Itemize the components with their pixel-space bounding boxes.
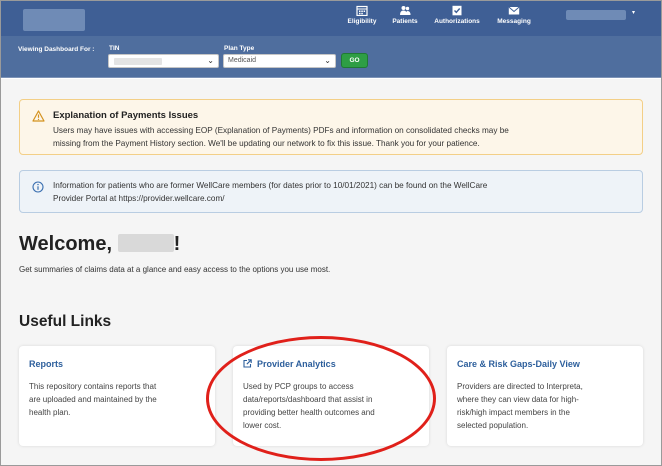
- tin-label: TIN: [109, 45, 120, 52]
- card-line: risk/high impact members in the: [457, 408, 570, 417]
- nav-label: Eligibility: [347, 18, 377, 25]
- nav-label: Messaging: [497, 18, 531, 25]
- alert-title: Explanation of Payments Issues: [53, 110, 199, 121]
- go-button[interactable]: GO: [341, 53, 368, 68]
- eop-warning-alert: Explanation of Payments Issues Users may…: [19, 99, 643, 155]
- calendar-icon: [356, 5, 368, 16]
- card-description: This repository contains reports that ar…: [29, 380, 205, 419]
- envelope-icon: [508, 6, 520, 15]
- card-line: health plan.: [29, 408, 71, 417]
- card-title-link[interactable]: Provider Analytics: [243, 359, 336, 369]
- card-title-text: Provider Analytics: [257, 359, 336, 369]
- external-link-icon: [243, 359, 252, 368]
- wellcare-info-alert: Information for patients who are former …: [19, 170, 643, 213]
- warning-icon: [32, 110, 45, 122]
- chevron-down-icon: ⌄: [324, 56, 331, 65]
- card-line: data/reports/dashboard that assist in: [243, 395, 373, 404]
- user-name-redacted: [117, 234, 174, 252]
- alert-body-line: Provider Portal at https://provider.well…: [53, 194, 225, 203]
- tin-select[interactable]: ⌄: [108, 54, 219, 68]
- welcome-subtitle: Get summaries of claims data at a glance…: [19, 265, 331, 274]
- card-title-link[interactable]: Care & Risk Gaps-Daily View: [457, 359, 580, 369]
- useful-links-heading: Useful Links: [19, 313, 112, 330]
- alert-body-line: Users may have issues with accessing EOP…: [53, 126, 509, 135]
- nav-messaging[interactable]: Messaging: [483, 5, 545, 25]
- patients-icon: [400, 6, 411, 15]
- welcome-heading: Welcome, !: [19, 233, 180, 256]
- card-line: Used by PCP groups to access: [243, 382, 354, 391]
- plan-type-value: Medicaid: [228, 57, 257, 64]
- card-line: are uploaded and maintained by the: [29, 395, 157, 404]
- nav-label: Authorizations: [434, 18, 480, 25]
- user-menu-caret-icon[interactable]: ▾: [632, 9, 635, 16]
- nav-authorizations[interactable]: Authorizations: [426, 5, 488, 25]
- card-line: This repository contains reports that: [29, 382, 157, 391]
- user-menu[interactable]: [566, 10, 626, 20]
- logo-redacted: [23, 9, 85, 31]
- plan-type-select[interactable]: Medicaid ⌄: [223, 54, 336, 68]
- alert-body-line: missing from the Payment History section…: [53, 139, 480, 148]
- tin-value-redacted: [114, 58, 162, 65]
- welcome-suffix: !: [173, 233, 181, 255]
- viewing-dashboard-label: Viewing Dashboard For :: [18, 46, 95, 53]
- info-icon: [32, 181, 44, 193]
- alert-body-line: Information for patients who are former …: [53, 181, 488, 190]
- card-description: Used by PCP groups to access data/report…: [243, 380, 419, 432]
- authorizations-icon: [452, 5, 462, 16]
- main-content: Explanation of Payments Issues Users may…: [1, 79, 661, 465]
- plan-type-label: Plan Type: [224, 45, 255, 52]
- care-risk-gaps-card[interactable]: Care & Risk Gaps-Daily View Providers ar…: [447, 346, 643, 446]
- welcome-prefix: Welcome,: [19, 233, 118, 255]
- card-line: Providers are directed to Interpreta,: [457, 382, 583, 391]
- reports-card[interactable]: Reports This repository contains reports…: [19, 346, 215, 446]
- provider-analytics-card[interactable]: Provider Analytics Used by PCP groups to…: [233, 346, 429, 446]
- card-line: providing better health outcomes and: [243, 408, 375, 417]
- card-line: where they can view data for high-: [457, 395, 579, 404]
- chevron-down-icon: ⌄: [207, 56, 214, 65]
- card-title-link[interactable]: Reports: [29, 359, 63, 369]
- card-line: lower cost.: [243, 421, 282, 430]
- card-line: selected population.: [457, 421, 529, 430]
- card-description: Providers are directed to Interpreta, wh…: [457, 380, 633, 432]
- nav-label: Patients: [392, 18, 418, 25]
- top-header: Eligibility Patients Authorizations Mess…: [1, 1, 661, 36]
